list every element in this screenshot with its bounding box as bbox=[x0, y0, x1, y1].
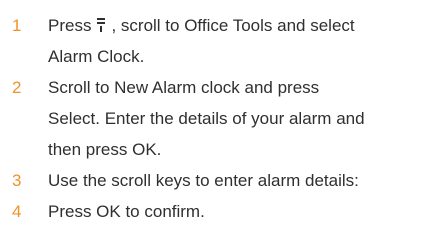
step-text-line: Alarm Clock. bbox=[48, 47, 145, 66]
step-text-line: then press OK. bbox=[48, 140, 162, 159]
step-text-part: , scroll to Office Tools and select bbox=[111, 16, 355, 35]
step-number: 1 bbox=[12, 16, 22, 35]
step-text: Use the scroll keys to enter alarm detai… bbox=[48, 165, 359, 196]
step-text: Press OK to confirm. bbox=[48, 196, 205, 227]
menu-key-icon bbox=[97, 12, 106, 43]
step-text: Press , scroll to Office Tools and select… bbox=[48, 10, 355, 72]
step-number: 2 bbox=[12, 78, 22, 97]
step-number: 3 bbox=[12, 171, 22, 190]
step-text-line: Use the scroll keys to enter alarm detai… bbox=[48, 171, 359, 190]
step-text-line: Select. Enter the details of your alarm … bbox=[48, 109, 365, 128]
step-text-line: Press OK to confirm. bbox=[48, 202, 205, 221]
step-number: 4 bbox=[12, 202, 22, 221]
step-text-part: Press bbox=[48, 16, 92, 35]
step-text-line: Scroll to New Alarm clock and press bbox=[48, 78, 320, 97]
step-text: Scroll to New Alarm clock and press Sele… bbox=[48, 72, 365, 165]
